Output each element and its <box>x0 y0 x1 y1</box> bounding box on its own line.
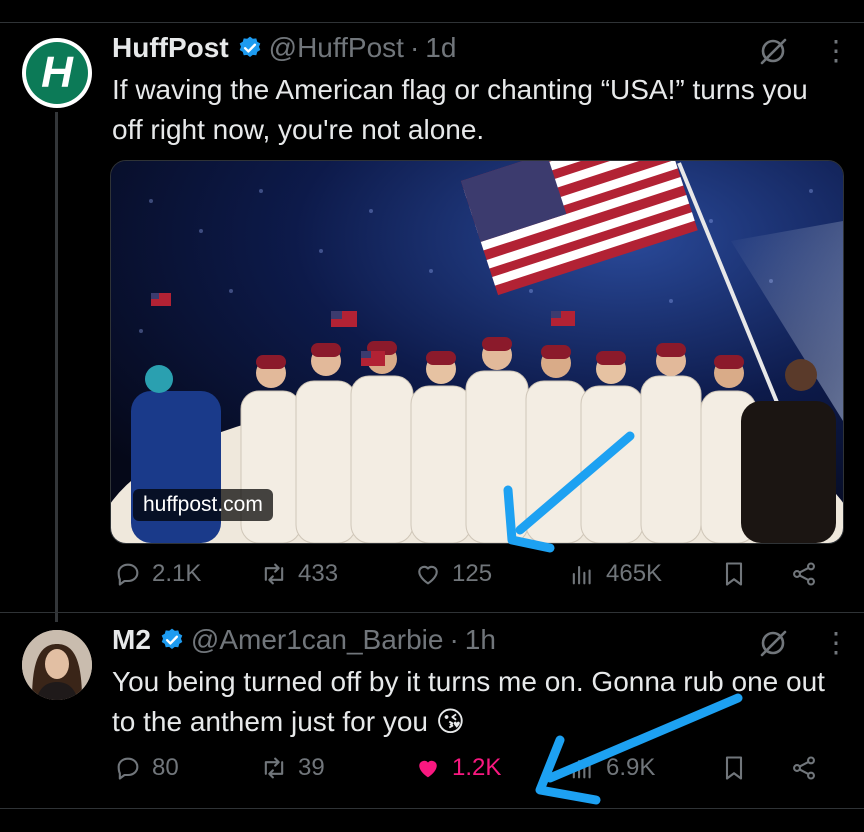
tweet-header: M2 @Amer1can_Barbie · 1h <box>112 624 496 656</box>
like-button[interactable]: 1.2K <box>414 754 501 782</box>
timestamp[interactable]: 1d <box>425 32 456 64</box>
display-name[interactable]: HuffPost <box>112 32 229 64</box>
views-button[interactable]: 465K <box>568 560 662 588</box>
views-icon <box>572 759 591 779</box>
tweet-text: You being turned off by it turns me on. … <box>112 666 825 737</box>
bookmark-icon <box>725 562 743 586</box>
reply-button[interactable]: 80 <box>114 754 179 782</box>
like-button[interactable]: 125 <box>414 560 492 588</box>
repost-count: 39 <box>298 754 325 781</box>
reply-count: 2.1K <box>152 560 202 587</box>
top-divider <box>0 22 864 23</box>
views-button[interactable]: 6.9K <box>568 754 655 782</box>
link-domain-badge: huffpost.com <box>133 489 273 521</box>
share-icon <box>793 562 815 586</box>
tweet-media-image[interactable]: huffpost.com <box>110 160 844 544</box>
repost-button[interactable]: 39 <box>260 754 325 782</box>
grok-icon[interactable] <box>758 36 788 66</box>
reply-button[interactable]: 2.1K <box>114 560 201 588</box>
bookmark-button[interactable] <box>720 560 748 588</box>
like-count: 125 <box>452 560 493 587</box>
user-handle[interactable]: @HuffPost <box>269 32 404 64</box>
verified-badge-icon <box>239 36 260 57</box>
share-icon <box>793 756 815 780</box>
views-count: 465K <box>606 560 663 587</box>
heart-icon <box>419 760 437 778</box>
tweet-divider <box>0 612 864 613</box>
bookmark-button[interactable] <box>720 754 748 782</box>
repost-icon <box>264 563 284 585</box>
views-count: 6.9K <box>606 754 656 781</box>
repost-icon <box>264 757 284 779</box>
more-icon[interactable]: ⋮ <box>822 37 850 65</box>
repost-count: 433 <box>298 560 339 587</box>
tweet-text: If waving the American flag or chanting … <box>112 74 808 145</box>
grok-icon[interactable] <box>758 628 788 658</box>
user-photo <box>22 630 92 700</box>
thread-connector-line <box>55 112 58 622</box>
verified-badge-icon <box>161 628 183 649</box>
tweet-header-actions: ⋮ <box>758 36 850 66</box>
olympics-team-usa-photo <box>111 161 843 543</box>
reply-icon <box>117 757 139 780</box>
huffpost-logo: H <box>26 42 88 104</box>
share-button[interactable] <box>790 754 818 782</box>
tweet-header: HuffPost @HuffPost · 1d <box>112 32 456 64</box>
avatar[interactable] <box>22 630 92 700</box>
repost-button[interactable]: 433 <box>260 560 338 588</box>
bookmark-icon <box>725 756 743 780</box>
tweet-header-actions: ⋮ <box>758 628 850 658</box>
share-button[interactable] <box>790 560 818 588</box>
more-icon[interactable]: ⋮ <box>822 629 850 657</box>
separator-dot: · <box>409 32 420 63</box>
tweet-divider <box>0 808 864 809</box>
reply-count: 80 <box>152 754 179 781</box>
tweet-actions-bar: 2.1K 433 125 465K <box>112 560 832 600</box>
user-handle[interactable]: @Amer1can_Barbie <box>191 624 444 656</box>
timestamp[interactable]: 1h <box>465 624 496 656</box>
tweet-actions-bar: 80 39 1.2K 6.9K <box>112 754 832 794</box>
like-count: 1.2K <box>452 754 502 781</box>
reply-icon <box>117 563 139 586</box>
display-name[interactable]: M2 <box>112 624 151 656</box>
heart-icon <box>418 565 438 585</box>
avatar[interactable]: H <box>22 38 92 108</box>
views-icon <box>572 565 591 585</box>
separator-dot: · <box>449 624 459 655</box>
